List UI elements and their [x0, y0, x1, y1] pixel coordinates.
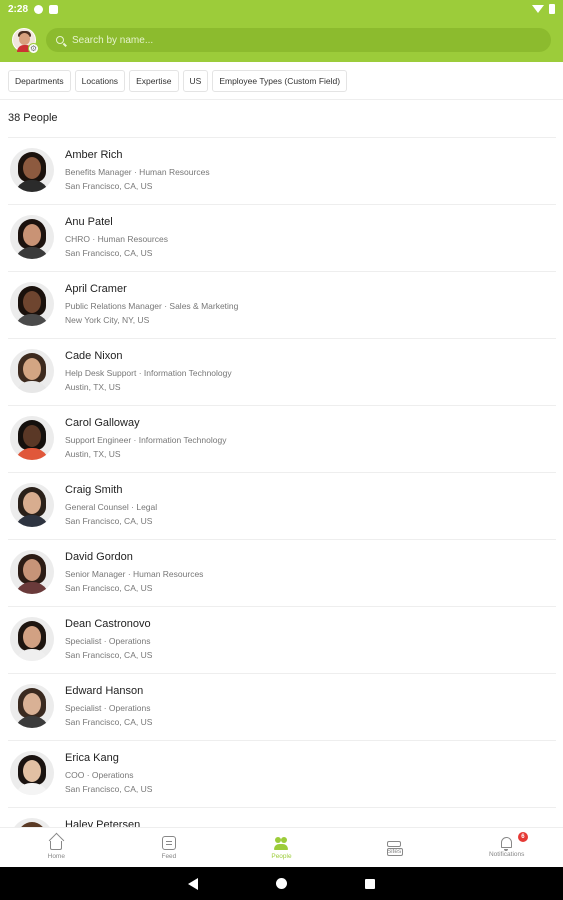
wifi-icon: [532, 5, 544, 13]
app-header: ⚙: [0, 18, 563, 62]
person-avatar: [10, 550, 54, 594]
person-avatar: [10, 483, 54, 527]
bell-icon: [501, 837, 513, 851]
person-row[interactable]: April Cramer Public Relations Manager · …: [8, 272, 556, 339]
recents-icon[interactable]: [365, 878, 375, 889]
status-right: [532, 4, 555, 14]
person-location: San Francisco, CA, US: [65, 248, 153, 258]
filter-departments[interactable]: Departments: [8, 69, 71, 92]
search-bar[interactable]: [46, 28, 551, 52]
battery-icon: [549, 4, 555, 14]
bottom-nav: Home Feed People Sites 6 Notifications: [0, 827, 563, 867]
person-location: San Francisco, CA, US: [65, 516, 153, 526]
status-left: 2:28: [8, 3, 59, 15]
nav-people[interactable]: People: [225, 828, 338, 867]
person-location: Austin, TX, US: [65, 449, 121, 459]
person-location: New York City, NY, US: [65, 315, 150, 325]
home-button-icon[interactable]: [276, 878, 287, 889]
person-name: Amber Rich: [65, 149, 123, 161]
person-location: San Francisco, CA, US: [65, 784, 153, 794]
person-row[interactable]: Edward Hanson Specialist · Operations Sa…: [8, 674, 556, 741]
person-name: Craig Smith: [65, 484, 123, 496]
person-avatar: [10, 751, 54, 795]
people-count: 38 People: [8, 112, 58, 124]
person-avatar: [10, 617, 54, 661]
nav-feed[interactable]: Feed: [113, 828, 226, 867]
person-avatar: [10, 215, 54, 259]
notification-badge: 6: [517, 832, 528, 842]
filter-bar: Departments Locations Expertise US Emplo…: [0, 62, 563, 100]
person-row[interactable]: Amber Rich Benefits Manager · Human Reso…: [8, 138, 556, 205]
person-name: Edward Hanson: [65, 685, 144, 697]
system-nav-bar: [0, 867, 563, 900]
status-time: 2:28: [8, 3, 29, 15]
app-notification-icon: [34, 4, 44, 14]
filter-employee-types[interactable]: Employee Types (Custom Field): [212, 69, 348, 92]
person-location: Austin, TX, US: [65, 382, 121, 392]
person-location: San Francisco, CA, US: [65, 650, 153, 660]
person-row[interactable]: Haley Petersen: [8, 808, 556, 828]
feed-icon: [161, 835, 176, 850]
people-icon: [274, 836, 289, 850]
back-icon[interactable]: [188, 877, 198, 890]
person-row[interactable]: Erica Kang COO · Operations San Francisc…: [8, 741, 556, 808]
person-name: April Cramer: [65, 283, 127, 295]
search-icon: [56, 36, 64, 44]
profile-avatar[interactable]: ⚙: [12, 28, 39, 54]
person-name: David Gordon: [65, 551, 133, 563]
settings-gear-icon: ⚙: [28, 43, 39, 54]
person-name: Cade Nixon: [65, 350, 123, 362]
person-location: San Francisco, CA, US: [65, 583, 153, 593]
person-name: Anu Patel: [65, 216, 113, 228]
person-name: Erica Kang: [65, 752, 119, 764]
person-name: Dean Castronovo: [65, 618, 151, 630]
person-title: Help Desk Support · Information Technolo…: [65, 368, 232, 378]
nav-notifications[interactable]: 6 Notifications: [450, 828, 563, 867]
person-row[interactable]: Anu Patel CHRO · Human Resources San Fra…: [8, 205, 556, 272]
nav-sites[interactable]: Sites: [338, 828, 451, 867]
person-title: General Counsel · Legal: [65, 502, 158, 512]
nav-feed-label: Feed: [161, 852, 177, 860]
status-bar: 2:28: [0, 0, 563, 18]
sd-card-icon: [49, 4, 59, 14]
search-input[interactable]: [72, 34, 541, 46]
person-row[interactable]: Dean Castronovo Specialist · Operations …: [8, 607, 556, 674]
people-list: Amber Rich Benefits Manager · Human Reso…: [0, 138, 563, 828]
person-title: Public Relations Manager · Sales & Marke…: [65, 301, 239, 311]
person-row[interactable]: Carol Galloway Support Engineer · Inform…: [8, 406, 556, 473]
person-avatar: [10, 148, 54, 192]
person-row[interactable]: Craig Smith General Counsel · Legal San …: [8, 473, 556, 540]
person-avatar: [10, 282, 54, 326]
person-title: COO · Operations: [65, 770, 134, 780]
person-avatar: [10, 684, 54, 728]
filter-locations[interactable]: Locations: [74, 69, 126, 92]
person-title: Support Engineer · Information Technolog…: [65, 435, 227, 445]
avatar-face: [19, 33, 30, 45]
person-title: Specialist · Operations: [65, 703, 151, 713]
person-title: CHRO · Human Resources: [65, 234, 168, 244]
person-avatar: [10, 349, 54, 393]
person-avatar: [10, 416, 54, 460]
home-icon: [50, 840, 63, 850]
nav-home-label: Home: [47, 852, 65, 860]
person-title: Specialist · Operations: [65, 636, 151, 646]
person-row[interactable]: Cade Nixon Help Desk Support · Informati…: [8, 339, 556, 406]
person-title: Senior Manager · Human Resources: [65, 569, 204, 579]
sites-icon: [386, 840, 403, 856]
person-name: Carol Galloway: [65, 417, 140, 429]
person-row[interactable]: David Gordon Senior Manager · Human Reso…: [8, 540, 556, 607]
nav-people-label: People: [271, 852, 292, 860]
person-location: San Francisco, CA, US: [65, 181, 153, 191]
person-title: Benefits Manager · Human Resources: [65, 167, 210, 177]
nav-home[interactable]: Home: [0, 828, 113, 867]
nav-notifications-label: Notifications: [488, 851, 525, 858]
filter-expertise[interactable]: Expertise: [129, 69, 179, 92]
person-location: San Francisco, CA, US: [65, 717, 153, 727]
filter-country[interactable]: US: [182, 69, 209, 92]
